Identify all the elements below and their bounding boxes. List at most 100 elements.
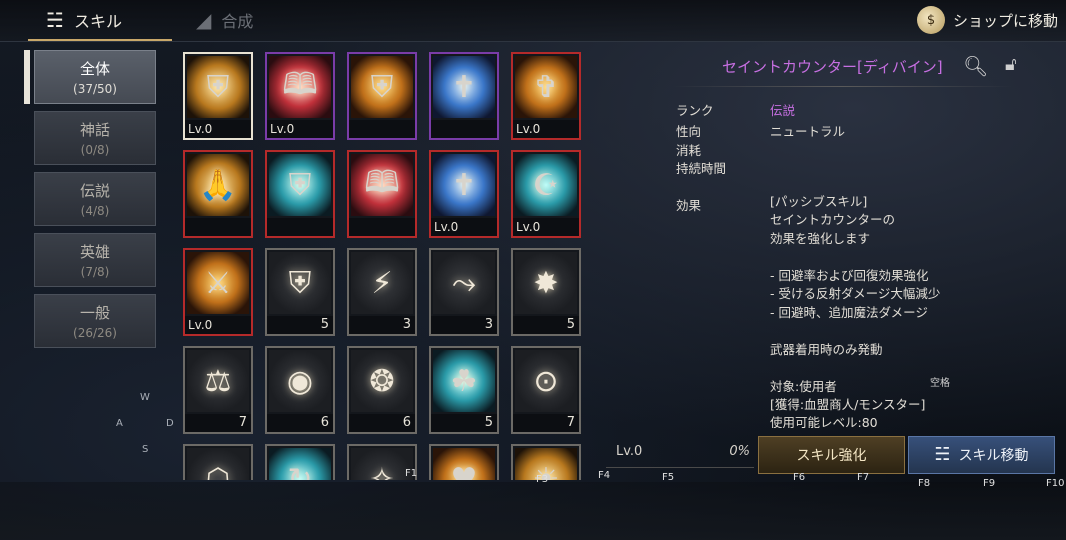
skill-count: 7	[566, 415, 575, 430]
skill-slot[interactable]: ☪ Lv.0	[511, 150, 581, 238]
enhance-skill-button[interactable]: スキル強化	[758, 436, 905, 474]
shop-bag-icon: $	[916, 6, 945, 34]
skill-level: Lv.0	[267, 120, 333, 138]
skill-slot[interactable]: ◉ 6	[265, 346, 335, 434]
lock-icon[interactable]: 🔓︎	[1005, 54, 1017, 75]
orb-spring-icon: ⊙	[515, 350, 577, 412]
skill-slot[interactable]: ✸ 5	[511, 248, 581, 336]
magnify-icon[interactable]: 🔍︎	[963, 54, 988, 78]
cycle-icon: ↻	[269, 448, 331, 480]
effect-line: 効果を強化します	[770, 231, 871, 246]
moon-sigil-icon: ☪	[515, 154, 577, 216]
skill-level	[349, 218, 415, 236]
skill-count: 3	[402, 317, 411, 332]
skill-slot[interactable]: ♥	[429, 444, 499, 480]
skill-level: Lv.0	[513, 218, 579, 236]
compass-s: S	[142, 444, 149, 455]
holy-book-icon: 🕮	[269, 56, 331, 118]
fkey-hint: F10	[1046, 478, 1065, 489]
cost-label: 消耗	[676, 143, 702, 158]
compass-a: A	[116, 418, 123, 429]
active-category-marker	[24, 50, 30, 104]
skill-count: 5	[320, 317, 329, 332]
skill-level	[431, 120, 497, 138]
emblem-shield-icon: ⛨	[269, 154, 331, 216]
skill-slot[interactable]: ☖	[183, 444, 253, 480]
skill-slot[interactable]: ↻	[265, 444, 335, 480]
category-count: (7/8)	[80, 265, 110, 279]
skill-slot[interactable]: ⚖ 7	[183, 346, 253, 434]
fkey-hint: F1	[405, 468, 418, 479]
skill-slot[interactable]: ⤳ 3	[429, 248, 499, 336]
skill-swirl-icon: ☵	[934, 444, 951, 465]
holy-shield-icon: ⛨	[187, 56, 249, 118]
leaf-icon: ☘	[433, 350, 495, 412]
fkey-hint: F9	[983, 478, 996, 489]
praying-hands-icon: 🙏	[187, 154, 249, 216]
skill-slot[interactable]: ⛨	[265, 150, 335, 238]
level-percent: 0%	[729, 444, 750, 459]
skill-slot[interactable]: 🕮	[347, 150, 417, 238]
skill-count: 6	[320, 415, 329, 430]
skill-slot[interactable]: 🙏	[183, 150, 253, 238]
skill-swirl-icon: ☵	[46, 8, 64, 32]
category-legend[interactable]: 伝説 (4/8)	[34, 172, 156, 226]
bible-cross-icon: ✝	[433, 154, 495, 216]
skill-slot[interactable]: ✞ Lv.0	[511, 52, 581, 140]
skill-slot[interactable]: ⛨	[347, 52, 417, 140]
shop-button[interactable]: $ ショップに移動	[916, 6, 1058, 34]
tendency-label: 性向	[676, 124, 702, 139]
skill-count: 5	[566, 317, 575, 332]
effect-line: [獲得:血盟商人/モンスター]	[770, 397, 926, 412]
skill-slot[interactable]: ✝ Lv.0	[429, 150, 499, 238]
skill-level: Lv.0	[513, 120, 579, 138]
effect-line: 使用可能レベル:80	[770, 415, 878, 428]
effect-line: [パッシブスキル]	[770, 194, 868, 209]
skill-slot[interactable]: ⚔ Lv.0	[183, 248, 253, 336]
category-common[interactable]: 一般 (26/26)	[34, 294, 156, 348]
fkey-hint: F3	[536, 474, 549, 485]
duration-label: 持続時間	[676, 161, 727, 176]
skill-slot[interactable]: ⊙ 7	[511, 346, 581, 434]
holy-cross-icon: ✞	[515, 56, 577, 118]
compass-d: D	[166, 418, 174, 429]
scripture-book-icon: ✝	[433, 56, 495, 118]
tab-skill[interactable]: ☵ スキル	[28, 0, 172, 41]
category-all[interactable]: 全体 (37/50)	[34, 50, 156, 104]
movement-compass: W A D S	[110, 388, 190, 468]
space-key-hint: 空格	[930, 378, 950, 389]
skill-slot[interactable]: ⛨ 5	[265, 248, 335, 336]
eye-icon: ◉	[269, 350, 331, 412]
level-progress: Lv.0 0%	[606, 438, 754, 468]
move-skill-button[interactable]: ☵ スキル移動	[908, 436, 1055, 474]
skill-slot[interactable]: ⛨ Lv.0	[183, 52, 253, 140]
effect-line: - 回避率および回復効果強化	[770, 268, 929, 283]
heart-wave-icon: ♥	[433, 448, 495, 480]
category-hero[interactable]: 英雄 (7/8)	[34, 233, 156, 287]
category-count: (0/8)	[80, 143, 110, 157]
thorn-ring-icon: ❂	[351, 350, 413, 412]
skill-slot[interactable]: ❂ 6	[347, 346, 417, 434]
lightning-icon: ⚡	[351, 252, 413, 314]
effect-label: 効果	[676, 198, 702, 213]
category-myth[interactable]: 神話 (0/8)	[34, 111, 156, 165]
category-count: (4/8)	[80, 204, 110, 218]
skill-level	[349, 120, 415, 138]
category-name: 全体	[79, 60, 110, 78]
category-name: 神話	[79, 121, 110, 139]
skill-slot[interactable]: ✝	[429, 52, 499, 140]
skill-slot[interactable]: ☘ 5	[429, 346, 499, 434]
tab-synthesis[interactable]: ◢ 合成	[196, 0, 253, 40]
effect-line: - 回避時、追加魔法ダメージ	[770, 305, 928, 320]
top-bar: ☵ スキル ◢ 合成 $ ショップに移動	[0, 0, 1066, 42]
move-skill-label: スキル移動	[958, 448, 1029, 464]
skill-level: Lv.0	[185, 120, 251, 138]
burst-icon: ✸	[515, 252, 577, 314]
skill-level	[185, 218, 251, 236]
curved-arrow-icon: ⤳	[433, 252, 495, 314]
shop-label: ショップに移動	[952, 11, 1058, 30]
skill-slot[interactable]: 🕮 Lv.0	[265, 52, 335, 140]
skill-slot[interactable]: ⚡ 3	[347, 248, 417, 336]
level-text: Lv.0	[616, 444, 643, 459]
tab-skill-label: スキル	[73, 12, 122, 31]
